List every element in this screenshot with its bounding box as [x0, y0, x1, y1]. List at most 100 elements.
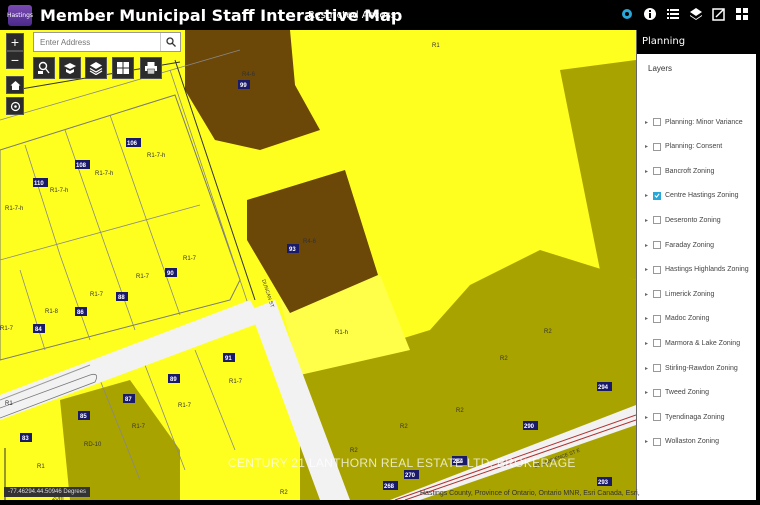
expand-caret-icon[interactable]: ▸: [645, 143, 651, 150]
info-icon[interactable]: [642, 6, 658, 22]
layer-checkbox[interactable]: [653, 437, 661, 446]
zone-label-r17-c: R1-7: [90, 292, 104, 298]
layer-label: Bancroft Zoning: [665, 167, 715, 175]
svg-text:108: 108: [76, 163, 87, 169]
layer-item[interactable]: ▸ Madoc Zoning: [645, 312, 709, 326]
parcel-90: 90: [165, 268, 177, 277]
layer-checkbox[interactable]: [653, 413, 661, 422]
zone-label-r17h-d: R1-7-h: [5, 206, 23, 212]
expand-caret-icon[interactable]: ▸: [645, 414, 651, 421]
layer-checkbox[interactable]: [653, 191, 661, 200]
layer-list-button[interactable]: [85, 57, 107, 79]
header-toolbar: [619, 6, 750, 22]
layer-item[interactable]: ▸ Wollaston Zoning: [645, 435, 719, 449]
layer-checkbox[interactable]: [653, 265, 661, 274]
layer-label: Wollaston Zoning: [665, 438, 719, 446]
layer-item[interactable]: ▸ Planning: Consent: [645, 140, 722, 154]
search-button[interactable]: [160, 33, 180, 51]
apps-icon[interactable]: [734, 6, 750, 22]
grid-tools-button[interactable]: [112, 57, 134, 79]
map-attribution: Hastings County, Province of Ontario, On…: [420, 490, 640, 497]
map-view[interactable]: R1 R4-6 R4-6 R1-7-h R1-7-h R1-7-h R1-7-h…: [0, 30, 636, 500]
layer-label: Limerick Zoning: [665, 290, 715, 298]
svg-text:89: 89: [170, 377, 177, 383]
basemap-button[interactable]: [59, 57, 81, 79]
expand-caret-icon[interactable]: ▸: [645, 438, 651, 445]
locate-button[interactable]: [6, 97, 24, 115]
parcel-83: 83: [20, 433, 32, 442]
layer-checkbox[interactable]: [653, 388, 661, 397]
layer-item[interactable]: ▸ Tweed Zoning: [645, 386, 709, 400]
svg-text:87: 87: [125, 397, 132, 403]
svg-text:91: 91: [225, 356, 232, 362]
zone-label-r17-e: R1-7: [229, 379, 243, 385]
parcel-85: 85: [78, 411, 90, 420]
expand-caret-icon[interactable]: ▸: [645, 266, 651, 273]
expand-caret-icon[interactable]: ▸: [645, 291, 651, 298]
print-button[interactable]: [140, 57, 162, 79]
zone-label-r17h-a: R1-7-h: [147, 153, 165, 159]
parcel-86: 86: [75, 307, 87, 316]
zoom-in-button[interactable]: +: [6, 33, 24, 51]
layers-icon[interactable]: [688, 6, 704, 22]
layer-item[interactable]: ▸ Planning: Minor Variance: [645, 115, 743, 129]
svg-text:83: 83: [22, 436, 29, 442]
layer-checkbox[interactable]: [653, 241, 661, 249]
zone-label-r17-a: R1-7: [183, 256, 197, 262]
layer-checkbox[interactable]: [653, 167, 661, 176]
expand-caret-icon[interactable]: ▸: [645, 217, 651, 224]
restricted-access-label: Restricted Access: [308, 10, 397, 21]
svg-text:293: 293: [598, 480, 609, 486]
zone-label-r2-b: R2: [500, 356, 508, 362]
expand-caret-icon[interactable]: ▸: [645, 365, 651, 372]
layer-item[interactable]: ▸ Faraday Zoning: [645, 238, 714, 252]
address-search-input[interactable]: [34, 33, 160, 51]
svg-text:99: 99: [240, 83, 247, 89]
home-icon: [10, 80, 20, 90]
svg-text:110: 110: [34, 181, 44, 187]
layer-item[interactable]: ▸ Limerick Zoning: [645, 287, 714, 301]
layer-checkbox[interactable]: [653, 290, 661, 299]
layer-item[interactable]: ▸ Bancroft Zoning: [645, 164, 714, 178]
edit-icon[interactable]: [711, 6, 727, 22]
expand-caret-icon[interactable]: ▸: [645, 389, 651, 396]
layer-item[interactable]: ▸ Marmora & Lake Zoning: [645, 336, 740, 350]
layer-item[interactable]: ▸ Tyendinaga Zoning: [645, 410, 725, 424]
layer-label: Faraday Zoning: [665, 241, 715, 249]
layer-item[interactable]: ▸ Hastings Highlands Zoning: [645, 263, 749, 277]
expand-caret-icon[interactable]: ▸: [645, 192, 651, 199]
svg-text:88: 88: [118, 295, 125, 301]
layer-checkbox[interactable]: [653, 339, 661, 348]
svg-text:290: 290: [524, 424, 535, 430]
layer-checkbox[interactable]: [653, 314, 661, 323]
bottom-bar: [0, 500, 760, 505]
parcel-290: 290: [523, 421, 538, 430]
layer-checkbox[interactable]: [653, 118, 661, 126]
identify-button[interactable]: [33, 57, 55, 79]
parcel-294: 294: [597, 382, 612, 391]
layer-label: Stirling-Rawdon Zoning: [665, 364, 738, 372]
expand-caret-icon[interactable]: ▸: [645, 315, 651, 322]
svg-text:90: 90: [167, 271, 174, 277]
legend-list-icon[interactable]: [665, 6, 681, 22]
svg-text:270: 270: [405, 473, 416, 479]
layer-checkbox[interactable]: [653, 216, 661, 225]
home-button[interactable]: [6, 76, 24, 94]
zone-label-r2-f: R2: [280, 490, 288, 496]
parcel-108: 108: [75, 160, 90, 169]
expand-caret-icon[interactable]: ▸: [645, 119, 651, 126]
zone-label-r2-e: R2: [350, 448, 358, 454]
expand-caret-icon[interactable]: ▸: [645, 340, 651, 347]
layer-item[interactable]: ▸ Stirling-Rawdon Zoning: [645, 361, 738, 375]
layer-checkbox[interactable]: [653, 142, 661, 151]
layer-item[interactable]: ▸ Centre Hastings Zoning: [645, 189, 739, 203]
expand-caret-icon[interactable]: ▸: [645, 242, 651, 249]
expand-caret-icon[interactable]: ▸: [645, 168, 651, 175]
zoom-out-button[interactable]: −: [6, 51, 24, 69]
print-icon: [145, 62, 157, 75]
layer-item[interactable]: ▸ Deseronto Zoning: [645, 213, 721, 227]
zone-label-r46-a: R4-6: [242, 72, 256, 78]
zone-label-r17-b: R1-7: [136, 274, 150, 280]
layer-checkbox[interactable]: [653, 364, 661, 372]
location-icon[interactable]: [619, 6, 635, 22]
